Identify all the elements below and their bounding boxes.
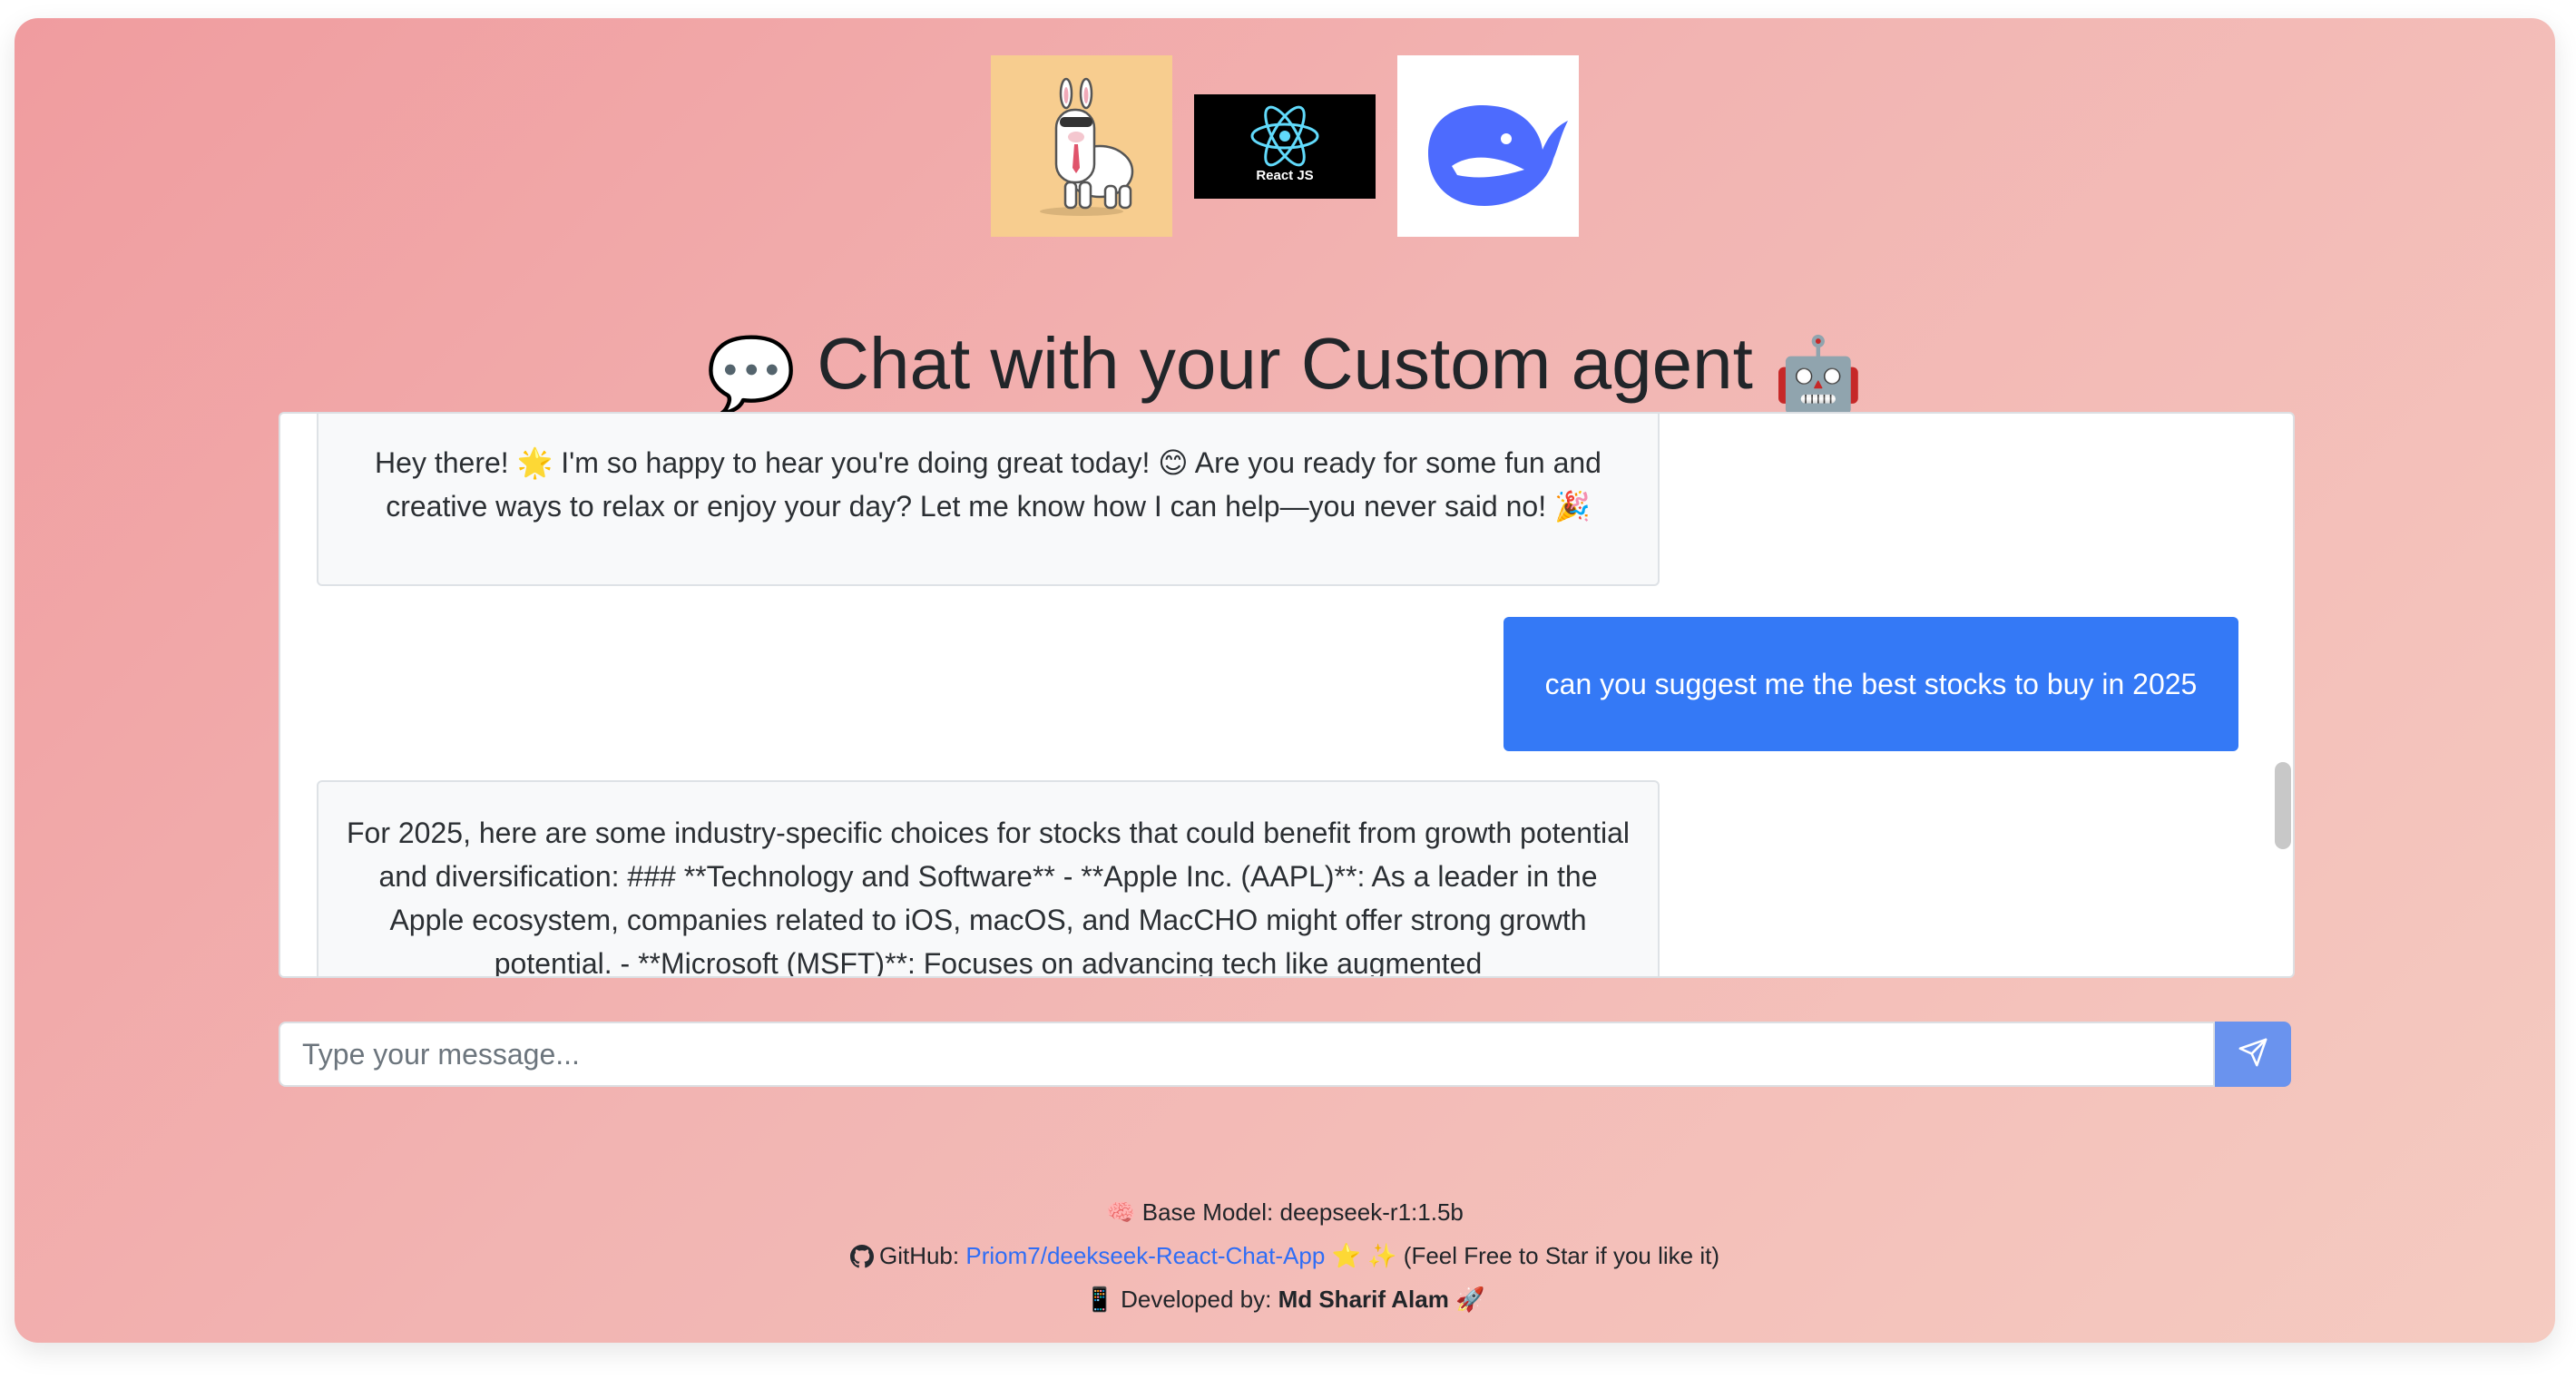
message-composer [279, 1022, 2291, 1087]
github-icon [849, 1242, 879, 1269]
message-input[interactable] [279, 1022, 2215, 1087]
developer-name: Md Sharif Alam [1278, 1286, 1449, 1313]
github-note: (Feel Free to Star if you like it) [1403, 1242, 1720, 1269]
user-message: can you suggest me the best stocks to bu… [1503, 617, 2238, 751]
llama-logo [990, 55, 1172, 237]
assistant-message: Hey there! 🌟 I'm so happy to hear you're… [317, 414, 1660, 586]
page-title: 💬 Chat with your Custom agent 🤖 [15, 322, 2555, 417]
model-value: deepseek-r1:1.5b [1279, 1198, 1464, 1226]
chat-window[interactable]: Hey there! 🌟 I'm so happy to hear you're… [279, 412, 2295, 978]
github-repo-link[interactable]: Priom7/deekseek-React-Chat-App [965, 1242, 1325, 1269]
rocket-icon: 🚀 [1455, 1286, 1485, 1313]
assistant-message: For 2025, here are some industry-specifi… [317, 780, 1660, 976]
speech-bubble-icon: 💬 [706, 334, 797, 415]
robot-icon: 🤖 [1773, 334, 1864, 415]
deepseek-whale-logo [1397, 55, 1580, 237]
brain-icon: 🧠 [1106, 1198, 1136, 1226]
send-button[interactable] [2215, 1022, 2291, 1087]
footer: 🧠 Base Model: deepseek-r1:1.5b GitHub: P… [15, 1190, 2555, 1321]
footer-developer-line: 📱 Developed by: Md Sharif Alam 🚀 [15, 1277, 2555, 1321]
model-label: Base Model: [1141, 1198, 1274, 1226]
page-title-text: Chat with your Custom agent [817, 323, 1753, 404]
star-sparkle-icons: ⭐ ✨ [1331, 1242, 1397, 1269]
react-logo: React JS [1194, 93, 1376, 199]
github-label: GitHub: [878, 1242, 960, 1269]
chat-scrollbar[interactable] [2275, 762, 2291, 849]
developer-label: Developed by: [1121, 1286, 1272, 1313]
app-container: React JS 💬 Chat with your Custom agent 🤖… [15, 18, 2555, 1343]
footer-github-line: GitHub: Priom7/deekseek-React-Chat-App ⭐… [15, 1234, 2555, 1277]
logo-strip: React JS [15, 55, 2555, 237]
phone-icon: 📱 [1084, 1286, 1114, 1313]
footer-model-line: 🧠 Base Model: deepseek-r1:1.5b [15, 1190, 2555, 1234]
react-logo-caption: React JS [1256, 167, 1314, 183]
paper-plane-icon [2238, 1037, 2268, 1072]
